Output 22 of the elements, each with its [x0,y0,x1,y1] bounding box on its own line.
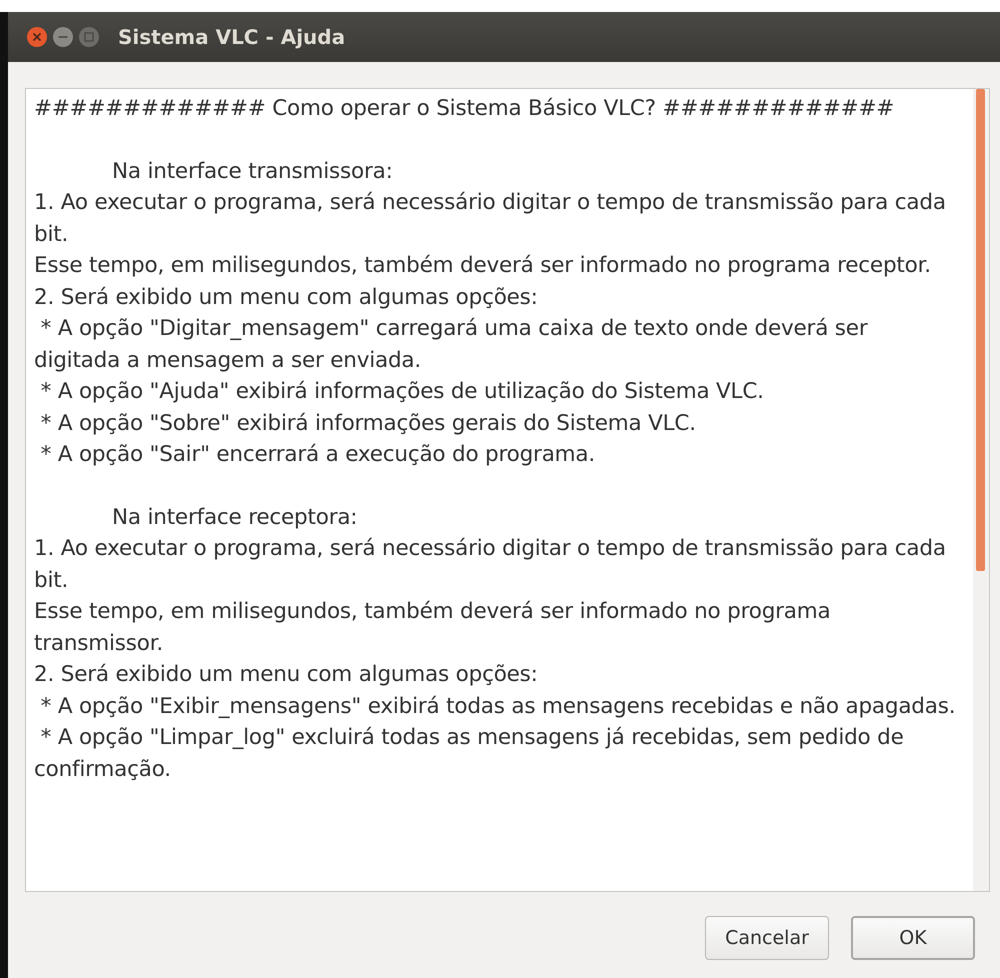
help-line: 1. Ao executar o programa, será necessário digitar o tempo de transmissão para cada bit. [34,535,947,594]
help-line: * A opção "Exibir_mensagens" exibirá todas as mensagens recebidas e não apagadas. [40,692,956,720]
dialog-button[interactable]: Cancelar [705,916,829,960]
close-icon[interactable] [26,26,48,48]
help-line: Esse tempo, em milisegundos, também deverá ser informado no programa receptor. [34,252,932,280]
help-line: * A opção "Ajuda" exibirá informações de utilização do Sistema VLC. [40,378,765,406]
help-line: * A opção "Sobre" exibirá informações gerais do Sistema VLC. [40,410,697,438]
section-heading: Na interface receptora: [111,504,358,532]
help-line: ############# Como operar o Sistema Básico VLC? ############# [34,95,896,123]
help-line: * A opção "Limpar_log" excluirá todas as mensagens já recebidas, sem pedido de confirmação. [34,724,905,784]
section-heading: Na interface transmissora: [111,158,394,186]
help-line: Esse tempo, em milisegundos, também deverá ser informado no programa transmissor. [34,598,832,658]
help-line: 2. Será exibido um menu com algumas opções: [34,284,539,312]
help-line: * A opção "Sair" encerrará a execução do programa. [40,441,596,469]
maximize-icon[interactable] [78,26,100,48]
window-title: Sistema VLC - Ajuda [118,24,346,51]
dialog-button[interactable]: OK [851,916,975,960]
minimize-icon[interactable] [52,26,74,48]
help-line: * A opção "Digitar_mensagem" carregará uma caixa de texto onde deverá ser digitada a mensagem a ser enviada. [34,315,869,374]
help-line: 2. Será exibido um menu com algumas opções: [34,661,539,689]
help-line: 1. Ao executar o programa, será necessário digitar o tempo de transmissão para cada bit. [34,189,947,248]
scrollbar-thumb[interactable] [976,89,985,571]
